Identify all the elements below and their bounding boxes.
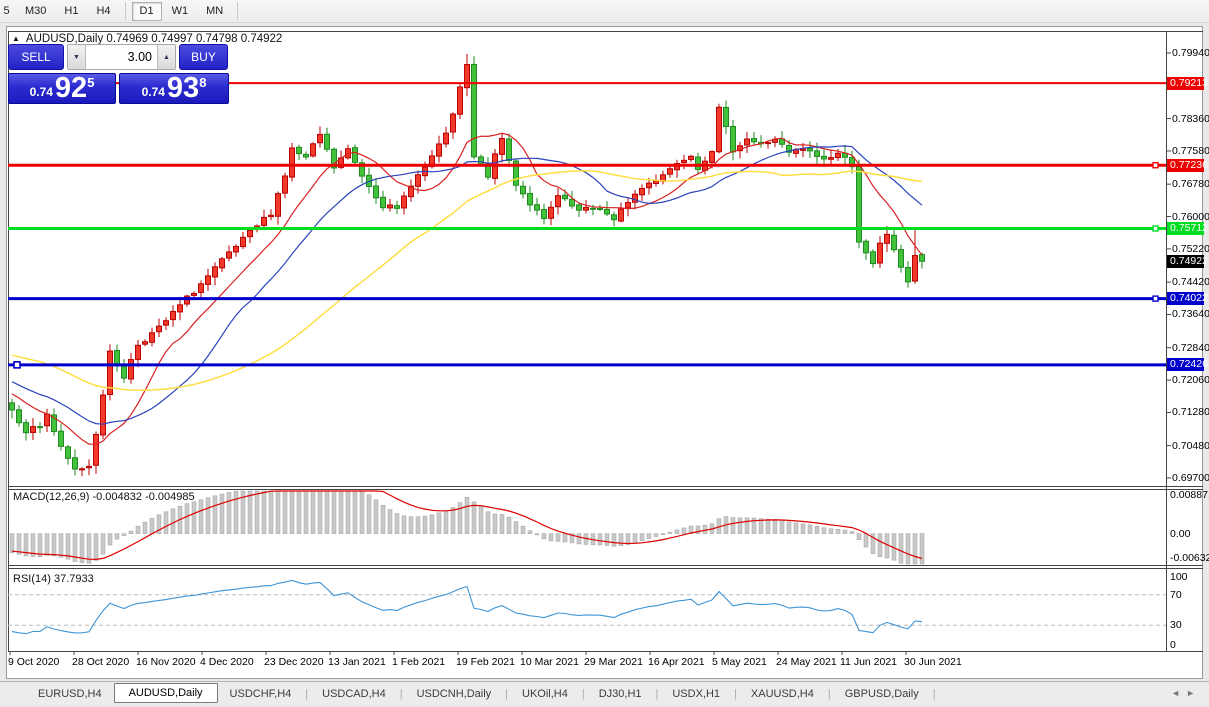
chart-tab-gbpusd-daily[interactable]: GBPUSD,Daily [833,685,931,703]
chart-tab-usdcad-h4[interactable]: USDCAD,H4 [310,685,398,703]
toolbar-separator [125,2,126,20]
chart-tab-audusd-daily[interactable]: AUDUSD,Daily [114,683,218,703]
volume-increase-icon[interactable]: ▲ [157,45,175,69]
tab-scroll-arrows[interactable]: ◄► [1171,688,1201,698]
timeframe-button-mn[interactable]: MN [198,2,231,21]
timeframe-button-h1[interactable]: H1 [56,2,86,21]
tab-separator: | [931,688,938,700]
sell-price-point: 5 [87,75,94,90]
timeframe-toolbar: 5M30H1H4 D1W1MN [0,0,1209,23]
tab-separator: | [826,688,833,700]
one-click-trading-panel: SELL ▼ ▲ BUY 0.74 92 5 0.74 93 8 [8,44,229,104]
tab-separator: | [503,688,510,700]
tab-separator: | [654,688,661,700]
tab-separator: | [580,688,587,700]
chart-window [6,26,1203,679]
chart-tab-usdx-h1[interactable]: USDX,H1 [660,685,732,703]
timeframe-button-5[interactable]: 5 [1,2,15,21]
buy-price-quote[interactable]: 0.74 93 8 [119,73,229,104]
timeframe-button-h4[interactable]: H4 [88,2,118,21]
tab-separator: | [398,688,405,700]
buy-button[interactable]: BUY [179,44,228,70]
tab-separator: | [732,688,739,700]
chart-tab-eurusd-h4[interactable]: EURUSD,H4 [26,685,114,703]
chart-tab-usdcnh-daily[interactable]: USDCNH,Daily [405,685,504,703]
timeframe-button-m30[interactable]: M30 [17,2,54,21]
chart-tab-xauusd-h4[interactable]: XAUUSD,H4 [739,685,826,703]
chart-tab-dj30-h1[interactable]: DJ30,H1 [587,685,654,703]
sell-button[interactable]: SELL [8,44,64,70]
buy-price-pips: 93 [167,75,199,102]
timeframe-button-w1[interactable]: W1 [164,2,197,21]
timeframe-button-d1[interactable]: D1 [132,2,162,21]
sell-price-quote[interactable]: 0.74 92 5 [8,73,116,104]
sell-price-prefix: 0.74 [30,85,53,99]
volume-input[interactable] [86,45,157,69]
chart-tab-usdchf-h4[interactable]: USDCHF,H4 [218,685,304,703]
tab-separator: | [303,688,310,700]
volume-stepper: ▼ ▲ [67,44,176,70]
chart-tab-ukoil-h4[interactable]: UKOil,H4 [510,685,580,703]
buy-price-prefix: 0.74 [142,85,165,99]
volume-decrease-icon[interactable]: ▼ [68,45,86,69]
toolbar-separator [237,2,238,20]
buy-price-point: 8 [199,75,206,90]
chart-tab-bar: EURUSD,H4AUDUSD,DailyUSDCHF,H4|USDCAD,H4… [0,681,1209,705]
sell-price-pips: 92 [55,75,87,102]
